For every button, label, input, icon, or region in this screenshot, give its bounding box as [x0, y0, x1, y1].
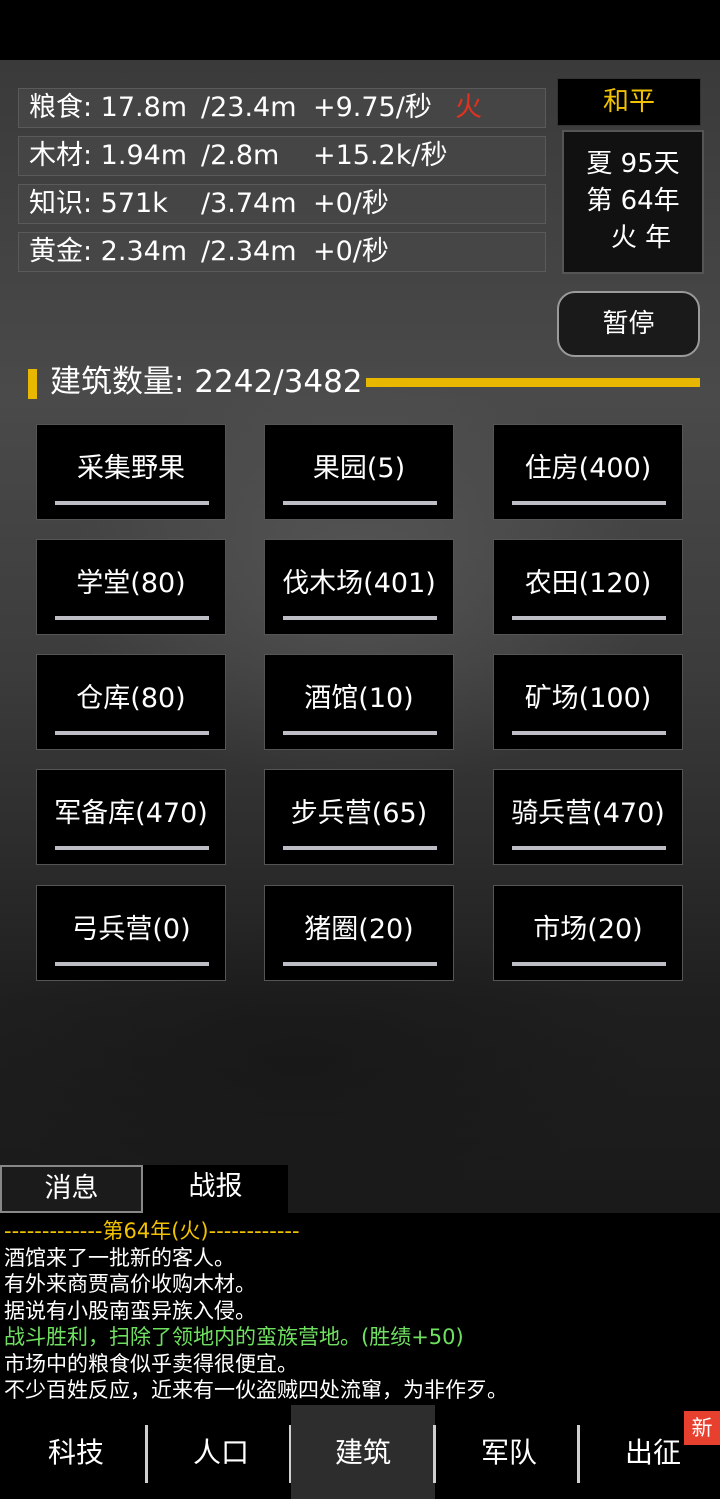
- nav-army[interactable]: 军队: [437, 1405, 581, 1499]
- building-button-armory[interactable]: 军备库(470): [36, 769, 226, 865]
- resource-rate: +0/秒: [313, 188, 389, 219]
- building-progress-line: [512, 731, 666, 735]
- resource-max: /2.34m: [201, 236, 297, 267]
- log-entry: 酒馆来了一批新的客人。: [4, 1245, 235, 1270]
- resource-row-gold: 黄金: 2.34m /2.34m +0/秒: [18, 232, 546, 272]
- building-progress-line: [55, 846, 209, 850]
- building-button-market[interactable]: 市场(20): [493, 885, 683, 981]
- building-label: 仓库(80): [76, 683, 186, 714]
- building-button-pigsty[interactable]: 猪圈(20): [264, 885, 454, 981]
- resource-rate: +9.75/秒: [313, 92, 432, 123]
- building-progress-line: [283, 846, 437, 850]
- log-entry-victory: 战斗胜利，扫除了领地内的蛮族营地。(胜绩+50): [4, 1325, 464, 1349]
- building-label: 市场(20): [533, 914, 643, 945]
- resource-name: 黄金: 2.34m: [29, 236, 188, 267]
- building-button-warehouse[interactable]: 仓库(80): [36, 654, 226, 750]
- resource-name: 粮食: 17.8m: [29, 92, 188, 123]
- resource-row-food: 粮食: 17.8m /23.4m +9.75/秒 火: [18, 88, 546, 128]
- building-progress-line: [55, 616, 209, 620]
- building-label: 农田(120): [524, 568, 652, 599]
- fire-element-marker: 火: [455, 92, 482, 123]
- season-year: 第 64年: [586, 186, 680, 216]
- building-button-infantry-camp[interactable]: 步兵营(65): [264, 769, 454, 865]
- new-badge: 新: [684, 1411, 720, 1445]
- building-button-archer-camp[interactable]: 弓兵营(0): [36, 885, 226, 981]
- building-count-bar: [366, 378, 700, 387]
- nav-divider: [145, 1425, 148, 1483]
- building-button-orchard[interactable]: 果园(5): [264, 424, 454, 520]
- building-label: 学堂(80): [76, 568, 186, 599]
- building-button-mine[interactable]: 矿场(100): [493, 654, 683, 750]
- tab-battle-report[interactable]: 战报: [143, 1165, 288, 1213]
- nav-tech[interactable]: 科技: [4, 1405, 148, 1499]
- building-label: 采集野果: [77, 453, 185, 484]
- building-button-school[interactable]: 学堂(80): [36, 539, 226, 635]
- building-progress-line: [55, 962, 209, 966]
- building-label: 住房(400): [524, 453, 652, 484]
- nav-buildings[interactable]: 建筑: [291, 1405, 435, 1499]
- building-button-lumber-mill[interactable]: 伐木场(401): [264, 539, 454, 635]
- resource-rate: +15.2k/秒: [313, 140, 448, 171]
- season-panel: 夏 95天 第 64年 火 年: [562, 130, 704, 274]
- building-button-housing[interactable]: 住房(400): [493, 424, 683, 520]
- peace-status-badge: 和平: [557, 78, 701, 126]
- building-label: 矿场(100): [524, 683, 652, 714]
- building-progress-line: [283, 962, 437, 966]
- resource-row-wood: 木材: 1.94m /2.8m +15.2k/秒: [18, 136, 546, 176]
- pause-button[interactable]: 暂停: [557, 291, 700, 357]
- resource-name: 知识: 571k: [29, 188, 168, 219]
- building-progress-line: [283, 616, 437, 620]
- building-label: 骑兵营(470): [511, 798, 665, 829]
- message-log: -------------第64年(火)------------ 酒馆来了一批新…: [0, 1213, 720, 1405]
- season-day: 夏 95天: [586, 149, 680, 179]
- building-progress-line: [283, 731, 437, 735]
- building-label: 猪圈(20): [304, 914, 414, 945]
- resource-max: /2.8m: [201, 140, 280, 171]
- tab-messages[interactable]: 消息: [0, 1165, 143, 1213]
- resource-max: /3.74m: [201, 188, 297, 219]
- resource-max: /23.4m: [201, 92, 297, 123]
- building-button-tavern[interactable]: 酒馆(10): [264, 654, 454, 750]
- status-bar: [0, 0, 720, 60]
- resource-rate: +0/秒: [313, 236, 389, 267]
- building-count-header: 建筑数量: 2242/3482: [28, 362, 708, 402]
- nav-divider: [577, 1425, 580, 1483]
- resource-name: 木材: 1.94m: [29, 140, 188, 171]
- log-entry: 市场中的粮食似乎卖得很便宜。: [4, 1351, 298, 1376]
- building-button-cavalry-camp[interactable]: 骑兵营(470): [493, 769, 683, 865]
- nav-divider: [433, 1425, 436, 1483]
- building-label: 弓兵营(0): [71, 914, 191, 945]
- building-progress-line: [55, 501, 209, 505]
- building-progress-line: [283, 501, 437, 505]
- building-progress-line: [512, 962, 666, 966]
- building-label: 伐木场(401): [282, 568, 436, 599]
- building-label: 酒馆(10): [304, 683, 414, 714]
- building-label: 果园(5): [312, 453, 406, 484]
- log-entry: 不少百姓反应，近来有一伙盗贼四处流窜，为非作歹。: [4, 1378, 508, 1402]
- building-count-label: 建筑数量: 2242/3482: [50, 364, 363, 400]
- log-entry: 据说有小股南蛮异族入侵。: [4, 1298, 256, 1323]
- building-progress-line: [512, 616, 666, 620]
- building-progress-line: [512, 846, 666, 850]
- building-button-gather-fruit[interactable]: 采集野果: [36, 424, 226, 520]
- building-label: 步兵营(65): [290, 798, 428, 829]
- building-button-farm[interactable]: 农田(120): [493, 539, 683, 635]
- building-label: 军备库(470): [54, 798, 208, 829]
- nav-population[interactable]: 人口: [149, 1405, 293, 1499]
- resource-row-knowledge: 知识: 571k /3.74m +0/秒: [18, 184, 546, 224]
- building-progress-line: [512, 501, 666, 505]
- building-progress-line: [55, 731, 209, 735]
- season-element: 火 年: [610, 223, 672, 253]
- section-marker: [28, 369, 37, 399]
- log-year-divider: -------------第64年(火)------------: [4, 1219, 300, 1243]
- log-entry: 有外来商贾高价收购木材。: [4, 1272, 256, 1296]
- bottom-navigation: 科技 人口 建筑 军队 出征: [0, 1405, 720, 1499]
